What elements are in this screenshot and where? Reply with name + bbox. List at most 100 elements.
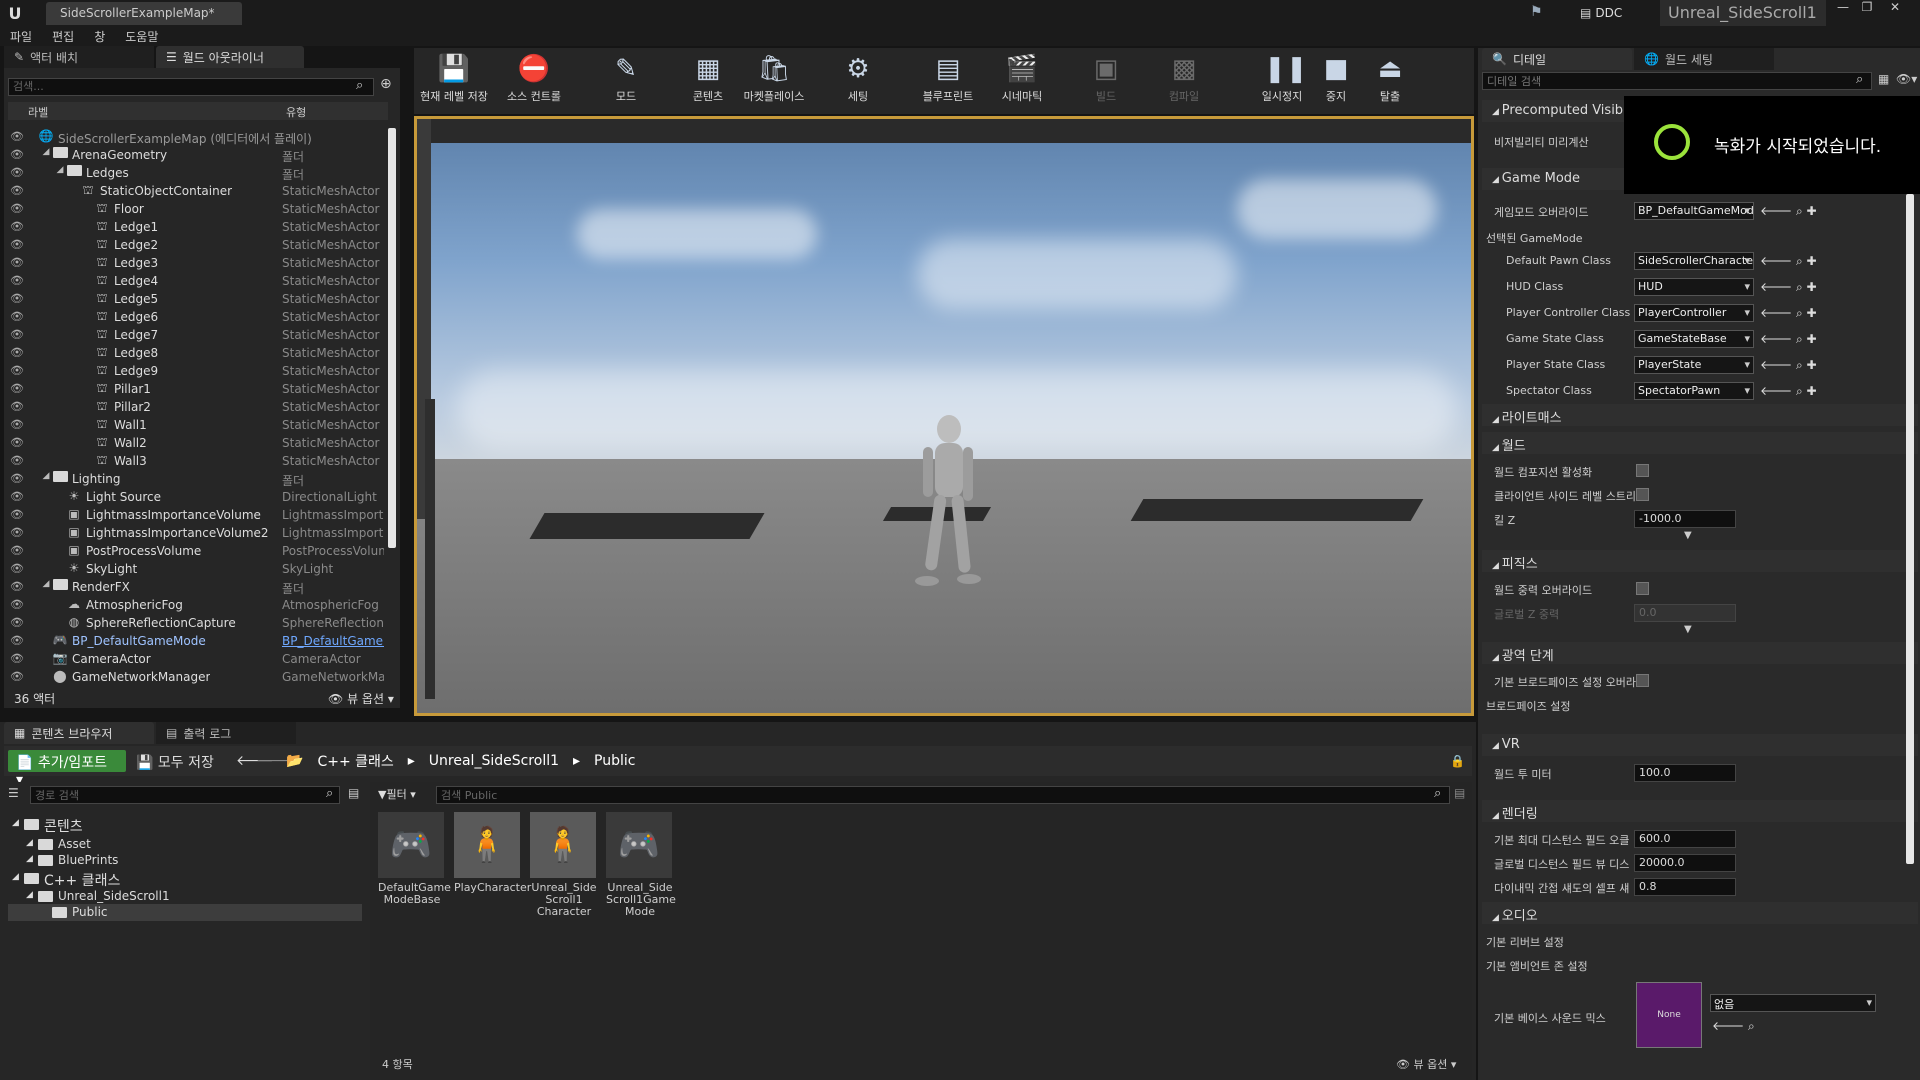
asset-tile[interactable]: 🧍 PlayCharacter: [454, 812, 531, 894]
visibility-eye-icon[interactable]: 👁: [10, 670, 24, 684]
outliner-row[interactable]: 👁 ▣ LightmassImportanceVolume2 LightmassImp…: [8, 524, 384, 542]
asset-action-icons[interactable]: 🡐 ⌕ ✚: [1760, 357, 1817, 373]
asset-tile[interactable]: 🧍 Unreal_Side Scroll1 Character: [530, 812, 598, 918]
expand-arrow-icon[interactable]: ◢: [12, 872, 19, 882]
tab-place-actors[interactable]: ✎ 액터 배치: [4, 46, 154, 68]
view-options-button[interactable]: 👁 뷰 옵션 ▾: [328, 690, 394, 707]
outliner-row[interactable]: 👁 ⛫ Wall1 StaticMeshActor: [8, 416, 382, 434]
outliner-row[interactable]: 👁 ⛫ Wall2 StaticMeshActor: [8, 434, 382, 452]
visibility-eye-icon[interactable]: 👁: [10, 544, 24, 558]
details-view-options-icon[interactable]: 👁▾: [1896, 72, 1917, 86]
outliner-row[interactable]: 👁 ⛫ Ledge5 StaticMeshActor: [8, 290, 382, 308]
maximize-icon[interactable]: ❐: [1856, 0, 1878, 18]
outliner-row[interactable]: 👁 ▣ LightmassImportanceVolume LightmassImpo…: [8, 506, 384, 524]
toolbar-button-marketplace[interactable]: 🛍 마켓플레이스: [738, 52, 810, 112]
unreal-logo-icon[interactable]: U: [4, 2, 26, 24]
visibility-eye-icon[interactable]: 👁: [10, 526, 24, 540]
toolbar-button-blueprint[interactable]: ▤ 블루프린트: [912, 52, 984, 112]
toolbar-button-settings[interactable]: ⚙ 세팅: [822, 52, 894, 112]
source-folder-row[interactable]: ◢ Asset: [8, 836, 362, 853]
visibility-eye-icon[interactable]: 👁: [10, 148, 24, 162]
expand-arrow-icon[interactable]: ◢: [26, 838, 33, 848]
toolbar-button-save[interactable]: 💾 현재 레벨 저장: [418, 52, 490, 112]
property-matrix-icon[interactable]: ▦: [1878, 72, 1894, 90]
details-section-header[interactable]: ◢ 라이트매스: [1482, 404, 1918, 426]
asset-tile[interactable]: 🎮 Unreal_Side Scroll1Game Mode: [606, 812, 676, 918]
sound-mix-asset-icons[interactable]: 🡐 ⌕: [1712, 1018, 1755, 1034]
visibility-eye-icon[interactable]: 👁: [10, 472, 24, 486]
numeric-field[interactable]: 100.0: [1634, 764, 1736, 782]
details-scrollbar[interactable]: [1906, 194, 1914, 864]
visibility-eye-icon[interactable]: 👁: [10, 238, 24, 252]
toolbar-button-content[interactable]: ▦ 콘텐츠: [672, 52, 744, 112]
outliner-row[interactable]: 👁 ⛫ Ledge6 StaticMeshActor: [8, 308, 382, 326]
outliner-row[interactable]: 👁 ⛫ Ledge2 StaticMeshActor: [8, 236, 382, 254]
expand-arrow-icon[interactable]: ◢: [26, 890, 33, 900]
path-search-input[interactable]: 경로 검색: [30, 786, 340, 804]
class-picker-combo[interactable]: HUD: [1634, 278, 1754, 296]
visibility-eye-icon[interactable]: 👁: [10, 562, 24, 576]
visibility-eye-icon[interactable]: 👁: [10, 202, 24, 216]
source-folder-row[interactable]: ◢ 콘텐츠: [8, 816, 362, 835]
expand-arrow-icon[interactable]: ◢: [26, 854, 33, 864]
asset-action-icons[interactable]: 🡐 ⌕ ✚: [1760, 279, 1817, 295]
toolbar-button-source-control[interactable]: ⛔ 소스 컨트롤: [498, 52, 570, 112]
class-picker-combo[interactable]: GameStateBase: [1634, 330, 1754, 348]
column-type[interactable]: 유형: [286, 104, 306, 120]
visibility-eye-icon[interactable]: 👁: [10, 184, 24, 198]
tab-world-outliner[interactable]: ☰ 월드 아웃라이너: [156, 46, 304, 68]
property-label[interactable]: 브로드페이즈 설정: [1486, 698, 1628, 714]
class-picker-combo[interactable]: PlayerController: [1634, 304, 1754, 322]
details-section-header[interactable]: ◢ 렌더링: [1482, 800, 1918, 822]
path-options-icon[interactable]: ▤: [348, 786, 359, 800]
breadcrumb-cpp-classes[interactable]: C++ 클래스: [317, 751, 393, 771]
visibility-eye-icon[interactable]: 👁: [10, 436, 24, 450]
outliner-row[interactable]: 👁 🎮 BP_DefaultGameMode BP_DefaultGameM: [8, 632, 384, 650]
outliner-row[interactable]: 👁 🌐 SideScrollerExampleMap (에디터에서 플레이): [8, 128, 382, 146]
outliner-row[interactable]: 👁 ⛫ Pillar1 StaticMeshActor: [8, 380, 382, 398]
details-section-header[interactable]: ◢ 피직스: [1482, 550, 1918, 572]
save-all-button[interactable]: 💾 모두 저장: [136, 750, 246, 772]
visibility-eye-icon[interactable]: 👁: [10, 310, 24, 324]
visibility-eye-icon[interactable]: 👁: [10, 616, 24, 630]
asset-action-icons[interactable]: 🡐 ⌕ ✚: [1760, 305, 1817, 321]
toolbar-button-eject[interactable]: ⏏ 탈출: [1354, 52, 1426, 112]
outliner-row[interactable]: 👁 ◍ SphereReflectionCapture SphereReflectio…: [8, 614, 384, 632]
outliner-row[interactable]: 👁 📷 CameraActor CameraActor: [8, 650, 382, 668]
ddc-indicator[interactable]: ▤ DDC: [1580, 3, 1650, 23]
outliner-row[interactable]: 👁 ⛫ Floor StaticMeshActor: [8, 200, 382, 218]
property-label[interactable]: 선택된 GameMode: [1486, 230, 1628, 246]
visibility-eye-icon[interactable]: 👁: [10, 166, 24, 180]
level-viewport[interactable]: [414, 116, 1474, 716]
checkbox[interactable]: [1636, 464, 1649, 477]
asset-view-options-button[interactable]: 👁 뷰 옵션 ▾: [1396, 1056, 1456, 1072]
asset-action-icons[interactable]: 🡐 ⌕ ✚: [1760, 331, 1817, 347]
tab-output-log[interactable]: ▤ 출력 로그: [156, 722, 296, 744]
outliner-row[interactable]: 👁 ⛫ StaticObjectContainer StaticMeshActor: [8, 182, 382, 200]
checkbox[interactable]: [1636, 488, 1649, 501]
visibility-eye-icon[interactable]: 👁: [10, 580, 24, 594]
outliner-row[interactable]: 👁 ▣ PostProcessVolume PostProcessVolum: [8, 542, 384, 560]
toolbar-button-modes[interactable]: ✎ 모드: [590, 52, 662, 112]
tab-world-settings[interactable]: 🌐 월드 세팅: [1634, 48, 1774, 70]
menu-window[interactable]: 창: [94, 28, 105, 45]
source-folder-row[interactable]: ◢ C++ 클래스: [8, 870, 362, 889]
outliner-row[interactable]: 👁 ◢ RenderFX 폴더: [8, 578, 382, 596]
menu-edit[interactable]: 편집: [52, 28, 74, 45]
visibility-eye-icon[interactable]: 👁: [10, 598, 24, 612]
outliner-row[interactable]: 👁 ⬤ GameNetworkManager GameNetworkManag: [8, 668, 384, 686]
outliner-row[interactable]: 👁 ⛫ Ledge4 StaticMeshActor: [8, 272, 382, 290]
details-section-header[interactable]: ◢ VR: [1482, 734, 1918, 756]
add-import-button[interactable]: 📄 추가/임포트 ▾: [8, 750, 126, 788]
details-section-header[interactable]: ◢ 월드: [1482, 432, 1918, 454]
visibility-eye-icon[interactable]: 👁: [10, 508, 24, 522]
outliner-row[interactable]: 👁 ☀ SkyLight SkyLight: [8, 560, 382, 578]
toolbar-button-compile[interactable]: ▩ 컴파일: [1148, 52, 1220, 112]
property-label[interactable]: 기본 리버브 설정: [1486, 934, 1628, 950]
visibility-eye-icon[interactable]: 👁: [10, 490, 24, 504]
outliner-row[interactable]: 👁 ⛫ Ledge1 StaticMeshActor: [8, 218, 382, 236]
tab-content-browser[interactable]: ▦ 콘텐츠 브라우저: [4, 722, 154, 744]
checkbox[interactable]: [1636, 582, 1649, 595]
asset-search-input[interactable]: 검색 Public: [436, 786, 1450, 804]
visibility-eye-icon[interactable]: 👁: [10, 346, 24, 360]
